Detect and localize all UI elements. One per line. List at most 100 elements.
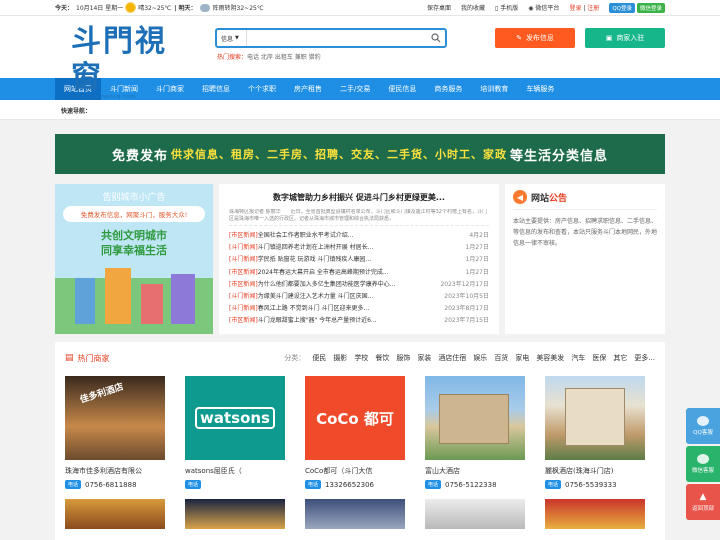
merchant-join-label: 商家入驻 bbox=[616, 34, 645, 42]
search-input[interactable] bbox=[247, 30, 427, 46]
merchant-name[interactable]: CoCo都可（斗门大信 bbox=[305, 466, 405, 476]
merchant-photo[interactable] bbox=[65, 499, 165, 529]
wechat-platform-label: 微信平台 bbox=[535, 5, 560, 12]
news-title: 2024年春运大幕开启 全市春运高峰期预计完成... bbox=[257, 268, 389, 276]
category-more-link[interactable]: 更多... bbox=[634, 353, 655, 363]
hot-search: 热门搜索：电话 北岸 出租车 兼职 猎豹 bbox=[217, 52, 321, 61]
category-link[interactable]: 其它 bbox=[613, 353, 627, 363]
merchant-photo[interactable] bbox=[185, 499, 285, 529]
nav-jobs[interactable]: 招聘信息 bbox=[193, 78, 239, 100]
nav-job-seeking[interactable]: 个个求职 bbox=[239, 78, 285, 100]
ad-line1: 告别城市小广告 bbox=[102, 193, 166, 203]
list-item[interactable]: [斗门新闻]斗门镇巡回养老计划在上洲村开展 村居长... 1月27日 bbox=[229, 242, 489, 254]
news-date: 1月27日 bbox=[465, 268, 489, 276]
merchant-phone: 0756-5539333 bbox=[565, 480, 617, 489]
wechat-service-button[interactable]: 微信客服 bbox=[686, 446, 720, 482]
merchant-name[interactable]: watsons屈臣氏（ bbox=[185, 466, 285, 476]
ad-line3-text: 共创文明城市 bbox=[101, 229, 167, 242]
nav-convenience[interactable]: 便民信息 bbox=[379, 78, 425, 100]
nav-vehicles[interactable]: 车辆服务 bbox=[517, 78, 563, 100]
register-link[interactable]: 注册 bbox=[587, 5, 599, 12]
save-desktop-link[interactable]: 保存桌面 bbox=[427, 3, 451, 12]
category-link[interactable]: 美容美发 bbox=[536, 353, 564, 363]
list-item[interactable]: [市区新闻]2024年春运大幕开启 全市春运高峰期预计完成... 1月27日 bbox=[229, 267, 489, 279]
today-weather: 晴32~25℃ bbox=[138, 5, 172, 12]
nav-real-estate[interactable]: 房产租售 bbox=[285, 78, 331, 100]
back-to-top-button[interactable]: ▲ 返回顶部 bbox=[686, 484, 720, 520]
merchant-card[interactable]: watsons watsons屈臣氏（ 电话 bbox=[185, 376, 285, 489]
news-title: 春风江上路 不觉到斗门 斗门区迎来更多... bbox=[257, 305, 370, 313]
nav-second-hand[interactable]: 二手/交易 bbox=[331, 78, 379, 100]
category-link[interactable]: 便民 bbox=[312, 353, 326, 363]
search-category-select[interactable]: 信息 ▼ bbox=[217, 30, 247, 46]
store-icon: ▣ bbox=[605, 34, 613, 42]
merchant-photo[interactable] bbox=[425, 499, 525, 529]
category-link[interactable]: 酒店住宿 bbox=[438, 353, 466, 363]
merchant-photo[interactable] bbox=[545, 499, 645, 529]
list-item[interactable]: [市区新闻]全国社会工作者职业水平考试介绍... 4月2日 bbox=[229, 230, 489, 242]
wechat-login-button[interactable]: 微信登录 bbox=[636, 2, 665, 13]
merchant-card[interactable]: 佳多利酒店 珠海市佳多利酒店有限公 电话 0756-6811888 bbox=[65, 376, 165, 489]
merchant-name[interactable]: 富山大酒店 bbox=[425, 466, 525, 476]
phone-icon: ▯ bbox=[495, 5, 499, 12]
merchant-name[interactable]: 珠海市佳多利酒店有限公 bbox=[65, 466, 165, 476]
ad-building bbox=[171, 274, 195, 324]
category-link[interactable]: 摄影 bbox=[333, 353, 347, 363]
category-link[interactable]: 汽车 bbox=[571, 353, 585, 363]
banner-part3: 等生活分类信息 bbox=[510, 148, 609, 164]
merchant-photo[interactable]: 佳多利酒店 bbox=[65, 376, 165, 460]
category-link[interactable]: 餐饮 bbox=[375, 353, 389, 363]
list-item[interactable]: [斗门新闻]学民抵 贴窗花 玩游戏 斗门镇残疾人康园... 1月27日 bbox=[229, 254, 489, 266]
merchant-photo[interactable]: CoCo 都可 bbox=[305, 376, 405, 460]
list-item[interactable]: [市区新闻]为什么他们都要加入多亿生集团功能医学康养中心... 2023年12月1… bbox=[229, 279, 489, 291]
merchant-card[interactable]: 麗枫酒店(珠海斗门店) 电话 0756-5539333 bbox=[545, 376, 645, 489]
news-panel: 数字城管助力乡村振兴 促进斗门乡村更绿更美... 珠海特区报记者 陈丽华 近日，… bbox=[219, 184, 499, 334]
publish-info-button[interactable]: ✎ 发布信息 bbox=[495, 28, 575, 48]
category-link[interactable]: 医保 bbox=[592, 353, 606, 363]
merchant-card[interactable]: CoCo 都可 CoCo都可（斗门大信 电话 13326652306 bbox=[305, 376, 405, 489]
merchant-photo[interactable] bbox=[425, 376, 525, 460]
qq-service-button[interactable]: QQ客服 bbox=[686, 408, 720, 444]
qq-login-button[interactable]: QQ登录 bbox=[609, 2, 635, 13]
back-to-top-label: 返回顶部 bbox=[691, 506, 714, 512]
category-link[interactable]: 学校 bbox=[354, 353, 368, 363]
news-date: 2023年12月17日 bbox=[440, 280, 489, 288]
category-link[interactable]: 家装 bbox=[417, 353, 431, 363]
hot-merchants-title: ▤ 热门商家 bbox=[65, 353, 110, 364]
site-logo[interactable]: 斗門視窗 www.doumensq.com bbox=[71, 24, 191, 100]
nav-business[interactable]: 商务服务 bbox=[425, 78, 471, 100]
news-tag: [市区新闻] bbox=[229, 232, 258, 239]
merchant-card[interactable]: 富山大酒店 电话 0756-5122338 bbox=[425, 376, 525, 489]
ad-line4-text: 同享幸福生活 bbox=[101, 244, 167, 257]
hot-search-terms[interactable]: 电话 北岸 出租车 兼职 猎豹 bbox=[247, 54, 321, 61]
news-tag: [斗门新闻] bbox=[229, 244, 258, 252]
merchant-photo[interactable] bbox=[545, 376, 645, 460]
hotel-building-shape bbox=[439, 394, 509, 444]
mobile-link[interactable]: ▯ 手机版 bbox=[495, 3, 518, 12]
news-tag: [斗门新闻] bbox=[229, 256, 258, 264]
category-link[interactable]: 娱乐 bbox=[473, 353, 487, 363]
news-summary: 珠海特区报记者 陈丽华 近日，全省首批典型县镇村名单公布，斗门区和斗门镇及莲江村… bbox=[229, 209, 489, 226]
hot-merchants-label: 热门商家 bbox=[77, 353, 110, 363]
merchant-name[interactable]: 麗枫酒店(珠海斗门店) bbox=[545, 466, 645, 476]
promo-banner[interactable]: 免费发布 供求信息、租房、二手房、招聘、交友、二手货、小时工、家政 等生活分类信… bbox=[55, 134, 665, 174]
merchant-photo[interactable]: watsons bbox=[185, 376, 285, 460]
news-headline[interactable]: 数字城管助力乡村振兴 促进斗门乡村更绿更美... bbox=[229, 192, 489, 203]
notice-content: 本站主要提供：房产信息、招聘求职信息、二手信息、等信息的发布和查看，本站只服务斗… bbox=[513, 218, 658, 247]
list-item[interactable]: [市区新闻]斗门龙眼甜蜜上搜"器" 今年总产量预计近6... 2023年7月15日 bbox=[229, 315, 489, 327]
category-link[interactable]: 服饰 bbox=[396, 353, 410, 363]
civic-ad-image[interactable]: 告别城市小广告 免费发布信息，网聚斗门，服务大众! 共创文明城市 同享幸福生活 bbox=[55, 184, 213, 334]
wechat-platform-link[interactable]: ◉ 微信平台 bbox=[528, 3, 559, 12]
merchant-join-button[interactable]: ▣ 商家入驻 bbox=[585, 28, 665, 48]
favorites-link[interactable]: 我的收藏 bbox=[461, 3, 485, 12]
category-link[interactable]: 家电 bbox=[515, 353, 529, 363]
list-item[interactable]: [斗门新闻]春风江上路 不觉到斗门 斗门区迎来更多... 2023年8月17日 bbox=[229, 303, 489, 315]
search-button[interactable] bbox=[427, 30, 445, 46]
merchant-phone: 0756-5122338 bbox=[445, 480, 497, 489]
merchant-photo-logo: watsons bbox=[195, 407, 275, 429]
list-item[interactable]: [斗门新闻]为缘美斗门建设注入艺术力量 斗门区庆国... 2023年10月5日 bbox=[229, 291, 489, 303]
merchant-photo[interactable] bbox=[305, 499, 405, 529]
login-link[interactable]: 登录 bbox=[569, 5, 581, 12]
nav-training[interactable]: 培训教育 bbox=[471, 78, 517, 100]
category-link[interactable]: 百货 bbox=[494, 353, 508, 363]
